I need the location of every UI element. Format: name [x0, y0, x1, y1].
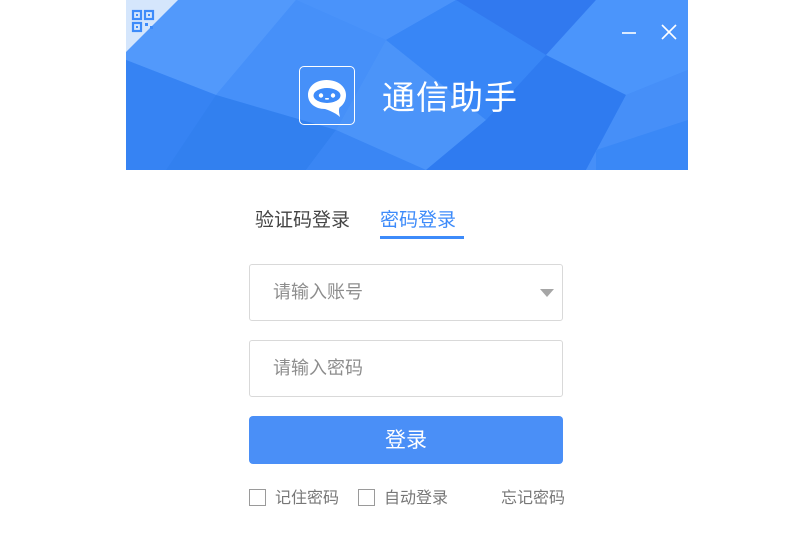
chat-bubble-icon — [308, 80, 346, 117]
forgot-password-link[interactable]: 忘记密码 — [501, 488, 565, 508]
tab-sms-code-login[interactable]: 验证码登录 — [255, 205, 350, 235]
account-input[interactable] — [250, 265, 520, 320]
auto-login-label: 自动登录 — [384, 488, 449, 507]
app-title: 通信助手 — [382, 78, 518, 117]
login-window: 通信助手 验证码登录 密码登录 登录 记住密码 自动登录 忘记密码 — [126, 0, 688, 533]
qr-code-icon — [126, 0, 178, 52]
qr-login-toggle[interactable] — [126, 0, 178, 52]
tab-password-login[interactable]: 密码登录 — [380, 205, 456, 235]
close-button[interactable] — [657, 20, 681, 44]
account-dropdown-arrow-icon[interactable] — [540, 289, 554, 297]
minimize-icon — [622, 32, 636, 34]
auto-login-checkbox[interactable] — [358, 489, 375, 506]
remember-password-checkbox[interactable] — [249, 489, 266, 506]
login-button[interactable]: 登录 — [249, 416, 563, 464]
account-field — [249, 264, 563, 321]
active-tab-indicator — [380, 236, 464, 239]
minimize-button[interactable] — [617, 20, 641, 44]
password-input[interactable] — [250, 341, 562, 396]
close-icon — [661, 24, 677, 40]
header-banner: 通信助手 — [126, 0, 688, 170]
remember-password-label: 记住密码 — [275, 488, 340, 507]
password-field — [249, 340, 563, 397]
app-logo — [299, 66, 355, 125]
